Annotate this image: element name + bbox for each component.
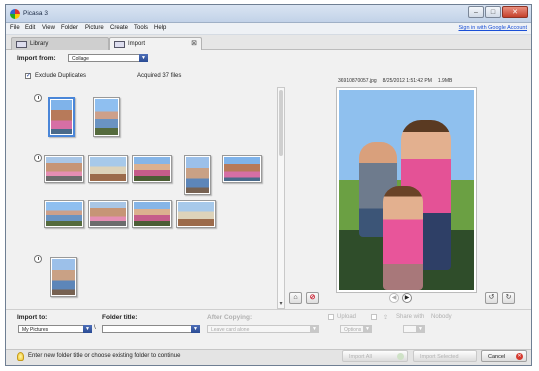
import-all-icon [397, 353, 404, 360]
thumbnail-pane [18, 87, 276, 307]
cancel-icon: ✕ [516, 353, 523, 360]
tab-import[interactable]: Import ⊠ [109, 37, 202, 50]
minimize-button[interactable]: – [468, 6, 484, 18]
photo-figure [383, 186, 423, 290]
thumbnail[interactable] [176, 200, 216, 228]
preview-filesize: 1.9MB [437, 78, 453, 84]
preview-datetime: 8/25/2012 1:51:42 PM [382, 78, 432, 84]
rotate-left-icon[interactable]: ↺ [485, 292, 498, 304]
chevron-down-icon[interactable]: ▼ [191, 325, 200, 333]
maximize-button[interactable]: □ [485, 6, 501, 18]
import-icon [114, 41, 125, 48]
import-from-value: Collage [72, 56, 89, 62]
chevron-down-icon[interactable]: ▼ [83, 325, 92, 333]
tab-library-label: Library [30, 41, 49, 47]
chevron-down-icon[interactable]: ▼ [310, 325, 319, 333]
import-selected-label: Import Selected [420, 354, 459, 360]
rotate-right-icon[interactable]: ↻ [502, 292, 515, 304]
thumbnail[interactable] [184, 155, 211, 195]
thumbnail[interactable] [132, 155, 172, 183]
thumbnail[interactable] [44, 155, 84, 183]
share-checkbox[interactable] [371, 314, 377, 320]
after-copying-value: Leave card alone [211, 327, 250, 333]
folder-title-input[interactable]: ▼ [102, 325, 200, 333]
status-hint: Enter new folder title or choose existin… [28, 353, 181, 359]
next-photo-icon[interactable]: ▶ [402, 293, 412, 303]
exclude-icon[interactable]: ⊘ [306, 292, 319, 304]
menu-create[interactable]: Create [110, 25, 128, 31]
tab-strip: Library Import ⊠ [6, 35, 531, 50]
thumbnail[interactable] [88, 200, 128, 228]
chevron-down-icon[interactable]: ▼ [416, 325, 425, 333]
window-controls: – □ ✕ [467, 6, 528, 20]
preview-metadata: 36910870057.jpg 8/25/2012 1:51:42 PM 1.9… [338, 78, 478, 84]
tab-library[interactable]: Library [11, 37, 109, 50]
library-icon [16, 41, 27, 48]
cancel-label: Cancel [488, 354, 506, 360]
after-copying-label: After Copying: [207, 314, 253, 321]
cancel-button[interactable]: Cancel ✕ [481, 350, 527, 362]
path-separator: \ [94, 325, 96, 331]
upload-checkbox[interactable] [328, 314, 334, 320]
thumbnail[interactable] [44, 200, 84, 228]
share-people-select[interactable]: ▼ [403, 325, 425, 333]
picasa-window: Picasa 3 – □ ✕ File Edit View Folder Pic… [5, 4, 532, 366]
exclude-duplicates-checkbox[interactable]: ✓ [25, 73, 31, 79]
lightbulb-icon [17, 352, 24, 361]
photo-preview [336, 87, 477, 293]
clock-icon[interactable] [34, 154, 42, 162]
picasa-logo-icon [10, 9, 20, 19]
exclude-duplicates-label: Exclude Duplicates [35, 73, 87, 79]
sign-in-link[interactable]: Sign in with Google Account [459, 25, 528, 31]
import-selected-button[interactable]: Import Selected [413, 350, 477, 362]
tab-close-icon[interactable]: ⊠ [191, 39, 197, 47]
menu-file[interactable]: File [10, 25, 20, 31]
acquired-count: Acquired 37 files [137, 73, 182, 79]
thumbnail[interactable] [93, 97, 120, 137]
scroll-down-icon[interactable]: ▾ [278, 300, 284, 308]
upload-options-value: Options [344, 327, 362, 333]
upload-label: Upload [337, 314, 357, 320]
menu-picture[interactable]: Picture [85, 25, 104, 31]
folder-title-label: Folder title: [102, 314, 138, 321]
menu-view[interactable]: View [42, 25, 55, 31]
clock-icon[interactable] [34, 94, 42, 102]
after-copying-select[interactable]: Leave card alone ▼ [207, 325, 319, 333]
import-all-button[interactable]: Import All [342, 350, 408, 362]
import-to-select[interactable]: My Pictures ▼ [18, 325, 92, 333]
menu-folder[interactable]: Folder [61, 25, 78, 31]
preview-filename: 36910870057.jpg [338, 78, 377, 84]
scrollbar-thumb[interactable] [279, 90, 283, 156]
window-title: Picasa 3 [23, 10, 48, 17]
upload-options-select[interactable]: Options ▼ [340, 325, 372, 333]
import-from-label: Import from: [17, 55, 56, 62]
thumbnail[interactable] [88, 155, 128, 183]
thumbnail[interactable] [48, 97, 75, 137]
clock-icon[interactable] [34, 255, 42, 263]
share-icon: ⇪ [383, 315, 389, 321]
import-to-label: Import to: [17, 314, 48, 321]
menu-bar: File Edit View Folder Picture Create Too… [6, 23, 531, 35]
close-button[interactable]: ✕ [502, 6, 528, 18]
share-with-label: Share with [396, 314, 425, 320]
import-from-select[interactable]: Collage ▼ [68, 54, 148, 62]
home-icon[interactable]: ⌂ [289, 292, 302, 304]
tab-import-label: Import [128, 41, 146, 47]
menu-help[interactable]: Help [154, 25, 166, 31]
title-bar: Picasa 3 – □ ✕ [6, 5, 531, 23]
thumbnail[interactable] [50, 257, 77, 297]
thumbnail[interactable] [222, 155, 262, 183]
menu-tools[interactable]: Tools [134, 25, 148, 31]
thumbnail[interactable] [132, 200, 172, 228]
divider [6, 309, 531, 310]
chevron-down-icon[interactable]: ▼ [363, 325, 372, 333]
previous-photo-icon[interactable]: ◀ [389, 293, 399, 303]
thumbnail-scrollbar[interactable]: ▾ [277, 87, 285, 309]
menu-edit[interactable]: Edit [25, 25, 35, 31]
share-with-value: Nobody [431, 314, 452, 320]
chevron-down-icon[interactable]: ▼ [139, 54, 148, 62]
preview-photo [339, 90, 474, 290]
import-all-label: Import All [349, 354, 372, 360]
import-to-value: My Pictures [22, 327, 49, 333]
